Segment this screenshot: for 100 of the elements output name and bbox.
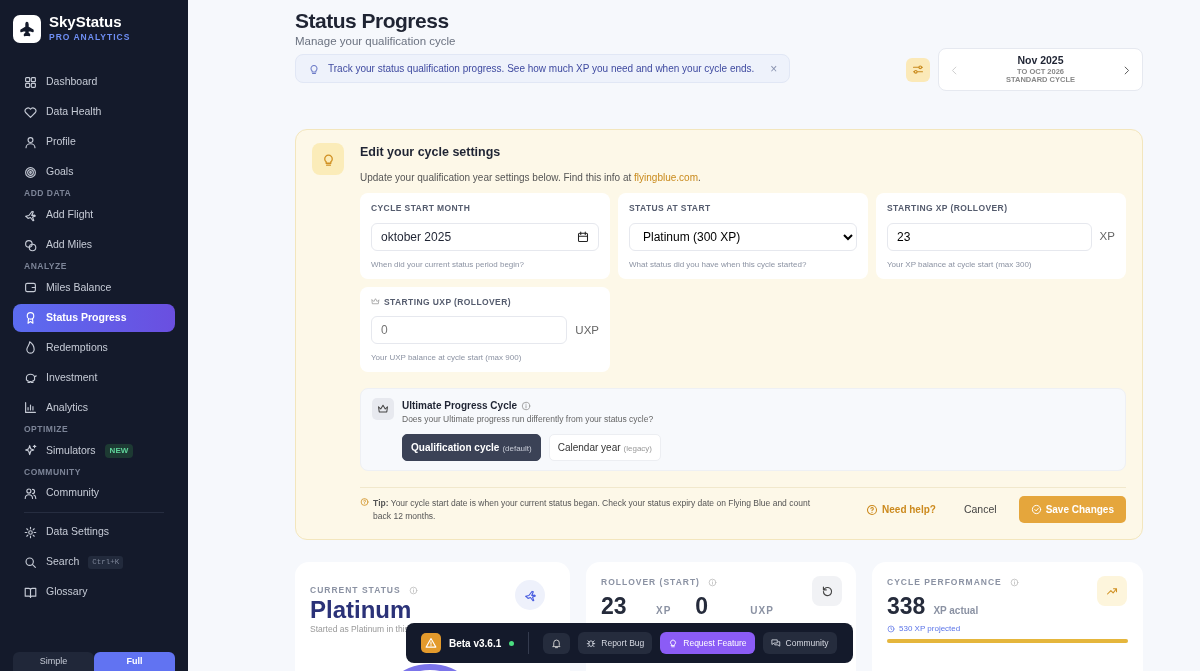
brand-tagline: PRO ANALYTICS bbox=[49, 30, 131, 44]
info-icon bbox=[521, 400, 532, 411]
sidebar-item[interactable]: Miles Balance bbox=[13, 273, 175, 302]
clock-icon bbox=[887, 625, 895, 634]
sidebar-item[interactable]: Data Health bbox=[13, 98, 175, 127]
coins-icon bbox=[24, 238, 37, 252]
wallet-icon bbox=[24, 281, 37, 295]
cycle-option[interactable]: Qualification cycle (default) bbox=[402, 434, 541, 461]
plane-icon bbox=[24, 208, 37, 222]
toolbar-button[interactable]: Community bbox=[762, 631, 837, 655]
sidebar-item[interactable]: Dashboard bbox=[13, 68, 175, 97]
sidebar-item[interactable]: Goals bbox=[13, 158, 175, 187]
field-help: Your UXP balance at cycle start (max 900) bbox=[371, 352, 523, 365]
brand-name: SkyStatus bbox=[49, 14, 123, 31]
sidebar-item[interactable]: Simulators NEW bbox=[13, 436, 175, 465]
sidebar-item[interactable]: Add Miles bbox=[13, 231, 175, 259]
mode-toggle[interactable]: Simple bbox=[13, 651, 94, 671]
number-field[interactable]: 0 bbox=[371, 316, 568, 345]
version-label: Beta v3.6.1 bbox=[449, 636, 502, 651]
sidebar-item[interactable]: Investment bbox=[13, 363, 175, 392]
unit-label: UXP bbox=[575, 322, 599, 338]
search-icon bbox=[24, 555, 37, 569]
card-label: ROLLOVER (START) bbox=[601, 576, 700, 589]
reset-button[interactable] bbox=[812, 576, 842, 606]
book-icon bbox=[24, 585, 37, 599]
cancel-button[interactable]: Cancel bbox=[957, 500, 1003, 519]
card-label: CYCLE PERFORMANCE bbox=[887, 576, 1002, 589]
plane-icon bbox=[523, 588, 537, 602]
info-icon bbox=[707, 577, 717, 587]
grid-icon bbox=[24, 75, 37, 89]
sidebar-item[interactable]: Data Settings bbox=[13, 518, 175, 547]
people-icon bbox=[24, 486, 37, 500]
projected-text: 530 XP projected bbox=[899, 623, 961, 636]
unit-label: XP bbox=[1099, 228, 1115, 244]
check-circle-icon bbox=[1030, 504, 1042, 515]
lightbulb-icon bbox=[308, 62, 320, 75]
calendar-icon bbox=[577, 230, 589, 243]
performance-unit: XP actual bbox=[933, 604, 979, 619]
sidebar-item[interactable]: Community bbox=[13, 479, 175, 508]
sidebar-item[interactable]: Redemptions bbox=[13, 333, 175, 362]
person-icon bbox=[24, 135, 37, 149]
crown-icon bbox=[377, 403, 389, 416]
cycle-option[interactable]: Calendar year (legacy) bbox=[548, 434, 661, 461]
sidebar-item[interactable]: Add Flight bbox=[13, 201, 175, 229]
settings-description: Update your qualification year settings below. Find this info at flyingblue.com. bbox=[360, 170, 702, 185]
rollover-value: 0 bbox=[695, 591, 710, 621]
field-help: What status did you have when this cycle started? bbox=[629, 258, 808, 271]
lightbulb-icon bbox=[668, 638, 679, 648]
chat-icon bbox=[770, 638, 781, 648]
sparkle-icon bbox=[24, 444, 37, 457]
bell-icon bbox=[551, 637, 563, 649]
page-subtitle: Manage your qualification cycle bbox=[295, 34, 457, 50]
target-icon bbox=[24, 165, 37, 179]
field-help: Your XP balance at cycle start (max 300) bbox=[886, 258, 1033, 271]
plane-icon bbox=[19, 20, 35, 37]
toolbar-button[interactable]: Report Bug bbox=[578, 631, 653, 655]
mode-toggle[interactable]: Full bbox=[94, 651, 175, 671]
settings-title: Edit your cycle settings bbox=[360, 144, 502, 161]
field-help: When did your current status period begin? bbox=[371, 258, 525, 271]
date-field[interactable]: oktober 2025 bbox=[371, 222, 599, 251]
ultimate-question: Does your Ultimate progress run differently from your status cycle? bbox=[402, 413, 655, 426]
rollover-unit: UXP bbox=[750, 604, 774, 619]
section-heading: ANALYZE bbox=[23, 260, 68, 273]
filter-button[interactable] bbox=[906, 57, 930, 82]
help-icon bbox=[866, 503, 879, 516]
banner-text: Track your status qualification progress. See how much XP you need and when your cycle ends. bbox=[328, 62, 755, 77]
sidebar-item[interactable]: Profile bbox=[13, 128, 175, 157]
info-icon bbox=[408, 585, 418, 595]
page-title: Status Progress bbox=[295, 8, 450, 34]
heart-icon bbox=[24, 105, 37, 119]
sidebar-item[interactable]: Status Progress bbox=[13, 303, 175, 332]
field-label: CYCLE START MONTH bbox=[371, 201, 471, 215]
notification-button[interactable] bbox=[543, 632, 571, 654]
status-select[interactable]: Platinum (300 XP) bbox=[629, 222, 857, 251]
new-badge: NEW bbox=[104, 443, 134, 458]
ribbon-icon bbox=[24, 311, 37, 325]
trend-up-icon bbox=[1106, 585, 1118, 597]
toolbar-button[interactable]: Request Feature bbox=[660, 631, 755, 655]
section-heading: OPTIMIZE bbox=[23, 422, 70, 436]
sliders-icon bbox=[912, 63, 924, 76]
cycle-month: Nov 2025 bbox=[1016, 55, 1065, 66]
bar-chart-icon bbox=[24, 401, 37, 415]
section-heading: ADD DATA bbox=[23, 187, 73, 200]
status-value: Platinum bbox=[310, 596, 413, 624]
sidebar-item[interactable]: Analytics bbox=[13, 393, 175, 422]
reset-icon bbox=[820, 584, 834, 598]
info-icon bbox=[1009, 577, 1019, 587]
rollover-unit: XP bbox=[656, 604, 672, 619]
online-dot bbox=[509, 640, 515, 646]
tip-text: Tip: Your cycle start date is when your current status began. Check your status expiry date on Flying Blue and count back 12 months. bbox=[373, 496, 811, 523]
rollover-value: 23 bbox=[601, 591, 628, 621]
field-label: STARTING UXP (ROLLOVER) bbox=[384, 295, 511, 309]
performance-value: 338 bbox=[887, 591, 926, 621]
field-label: STATUS AT START bbox=[629, 201, 711, 215]
ultimate-title: Ultimate Progress Cycle bbox=[402, 399, 518, 414]
number-field[interactable]: 23 bbox=[886, 222, 1092, 251]
field-label: STARTING XP (ROLLOVER) bbox=[886, 201, 1008, 215]
bug-icon bbox=[586, 638, 597, 648]
sidebar-item[interactable]: Glossary bbox=[13, 578, 175, 607]
card-label: CURRENT STATUS bbox=[310, 584, 401, 597]
